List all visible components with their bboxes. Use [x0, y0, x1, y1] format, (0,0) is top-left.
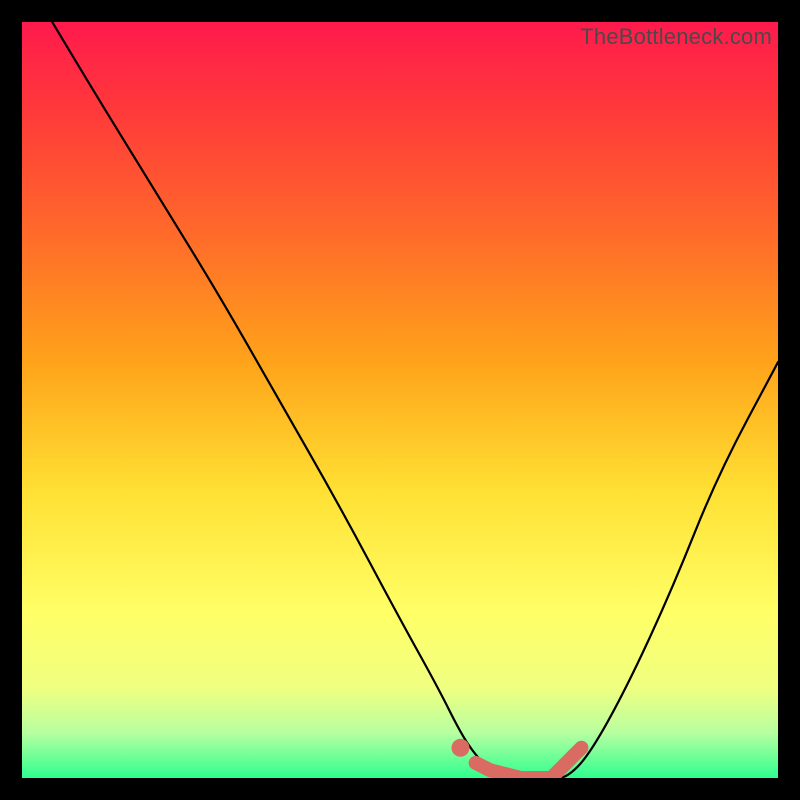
chart-frame: TheBottleneck.com — [0, 0, 800, 800]
bottleneck-curve — [52, 22, 778, 778]
plot-area: TheBottleneck.com — [22, 22, 778, 778]
curve-layer — [22, 22, 778, 778]
highlight-dot — [451, 739, 469, 757]
highlight-segment — [476, 748, 582, 778]
